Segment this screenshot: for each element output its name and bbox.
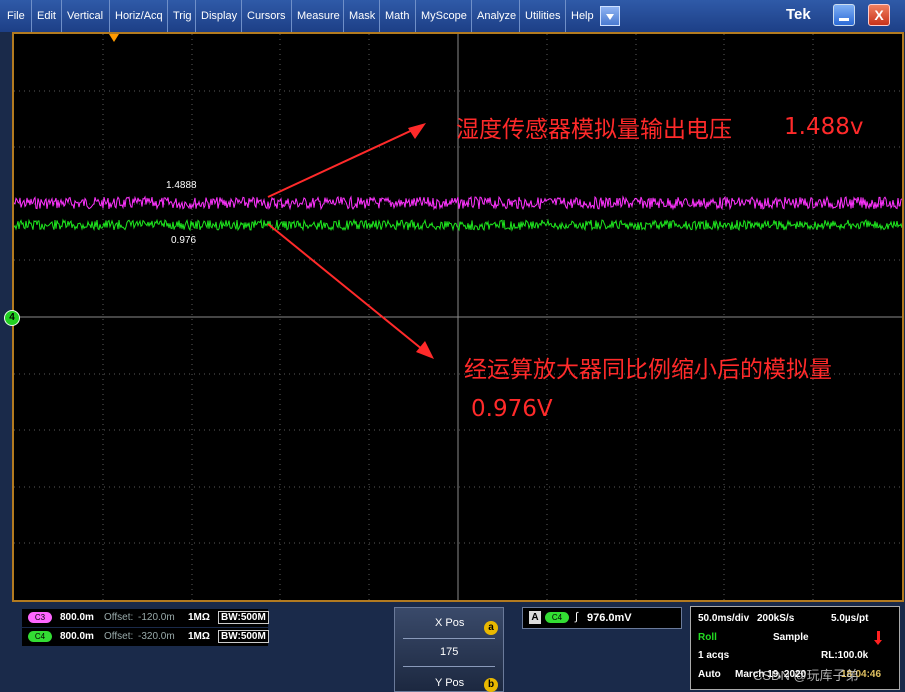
menu-bar: File Edit Vertical Horiz/Acq Trig Displa…: [0, 0, 905, 32]
xpos-knob-a-icon: a: [484, 621, 498, 635]
ch3-scale: 800.0m: [60, 612, 94, 623]
annotation-bottom-text: 经运算放大器同比例缩小后的模拟量: [464, 357, 832, 383]
xpos-value: 175: [440, 646, 459, 658]
trigger-slope-icon: ∫: [575, 611, 579, 623]
menu-measure[interactable]: Measure: [292, 0, 344, 32]
annotation-arrowhead-top: [408, 123, 426, 139]
minimize-button[interactable]: [833, 4, 855, 26]
acq-sample: Sample: [773, 632, 809, 643]
ch4-tag: C4: [28, 631, 52, 642]
ch4-impedance: 1MΩ: [188, 631, 210, 642]
menu-dropdown-button[interactable]: [600, 6, 620, 26]
annotation-bottom-value: 0.976V: [471, 396, 553, 422]
trigger-arrow-icon: [877, 631, 880, 640]
ch3-bw-value: 500M: [240, 612, 266, 623]
menu-cursors[interactable]: Cursors: [242, 0, 292, 32]
menu-edit[interactable]: Edit: [32, 0, 62, 32]
menu-utilities[interactable]: Utilities: [520, 0, 566, 32]
ch3-impedance: 1MΩ: [188, 612, 210, 623]
annotation-arrow-top: [267, 126, 420, 198]
ch4-bw-label: BW:: [221, 631, 241, 642]
trigger-mode-badge: A: [529, 611, 541, 624]
annotation-arrow-bottom: [267, 223, 429, 355]
trigger-source-tag: C4: [545, 612, 569, 623]
acq-count: 1 acqs: [698, 650, 730, 661]
ch4-bw-value: 500M: [240, 631, 266, 642]
ch4-bandwidth: BW:500M: [218, 630, 269, 643]
annotation-arrowhead-bottom: [416, 341, 434, 359]
menu-analyze[interactable]: Analyze: [472, 0, 520, 32]
ch4-settings[interactable]: C4 800.0m Offset: -320.0m 1MΩ BW:500M: [22, 628, 269, 646]
ch3-tag: C3: [28, 612, 52, 623]
ch3-settings[interactable]: C3 800.0m Offset: -120.0m 1MΩ BW:500M: [22, 609, 269, 627]
annotation-top-value: 1.488v: [784, 114, 864, 140]
record-length: RL:100.0k: [821, 650, 869, 661]
trigger-arrow-head: [874, 640, 882, 645]
ch4-offset: -320.0m: [138, 631, 175, 642]
tek-logo: Tek: [786, 6, 811, 23]
menu-vertical[interactable]: Vertical: [62, 0, 110, 32]
sample-rate: 200kS/s: [757, 613, 795, 624]
chevron-down-icon: [606, 14, 614, 20]
waveform-display[interactable]: 1.4888 0.976 湿度传感器模拟量输出电压 1.488v 经运算放大器同…: [12, 32, 904, 602]
ch3-value-label: 1.4888: [166, 180, 197, 191]
trigger-position-marker[interactable]: [109, 34, 119, 42]
ch4-value-label: 0.976: [171, 235, 197, 246]
menu-file[interactable]: File: [2, 0, 32, 32]
trigger-mode: Auto: [698, 669, 721, 680]
ch3-bandwidth: BW:500M: [218, 611, 269, 624]
ch4-offset-label: Offset:: [104, 631, 134, 642]
csdn-watermark: CSDN @玩库子弟: [753, 668, 859, 683]
ch3-offset-label: Offset:: [104, 612, 134, 623]
ypos-divider: [403, 666, 495, 667]
ch3-bw-label: BW:: [221, 612, 241, 623]
close-button[interactable]: X: [868, 4, 890, 26]
menu-trig[interactable]: Trig: [168, 0, 196, 32]
xpos-divider: [403, 638, 495, 639]
annotation-top-text: 湿度传感器模拟量输出电压: [456, 117, 732, 143]
acq-mode: Roll: [698, 632, 717, 643]
position-control[interactable]: X Pos a 175 Y Pos b: [394, 607, 504, 692]
menu-myscope[interactable]: MyScope: [416, 0, 472, 32]
menu-help[interactable]: Help: [566, 0, 596, 32]
minimize-icon: [839, 18, 849, 21]
ch4-ground-marker[interactable]: 4: [4, 310, 20, 326]
menu-math[interactable]: Math: [380, 0, 416, 32]
time-per-division: 50.0ms/div: [698, 613, 750, 624]
ypos-label: Y Pos: [435, 677, 465, 689]
time-resolution: 5.0µs/pt: [831, 613, 869, 624]
menu-mask[interactable]: Mask: [344, 0, 380, 32]
trigger-level: 976.0mV: [587, 612, 632, 624]
ch3-offset: -120.0m: [138, 612, 175, 623]
menu-display[interactable]: Display: [196, 0, 242, 32]
ch4-scale: 800.0m: [60, 631, 94, 642]
acquisition-settings[interactable]: 50.0ms/div 200kS/s 5.0µs/pt Roll Sample …: [690, 606, 900, 690]
xpos-label: X Pos: [435, 617, 465, 629]
menu-horiz-acq[interactable]: Horiz/Acq: [110, 0, 168, 32]
trigger-settings[interactable]: A C4 ∫ 976.0mV: [522, 607, 682, 629]
ypos-knob-b-icon: b: [484, 678, 498, 692]
